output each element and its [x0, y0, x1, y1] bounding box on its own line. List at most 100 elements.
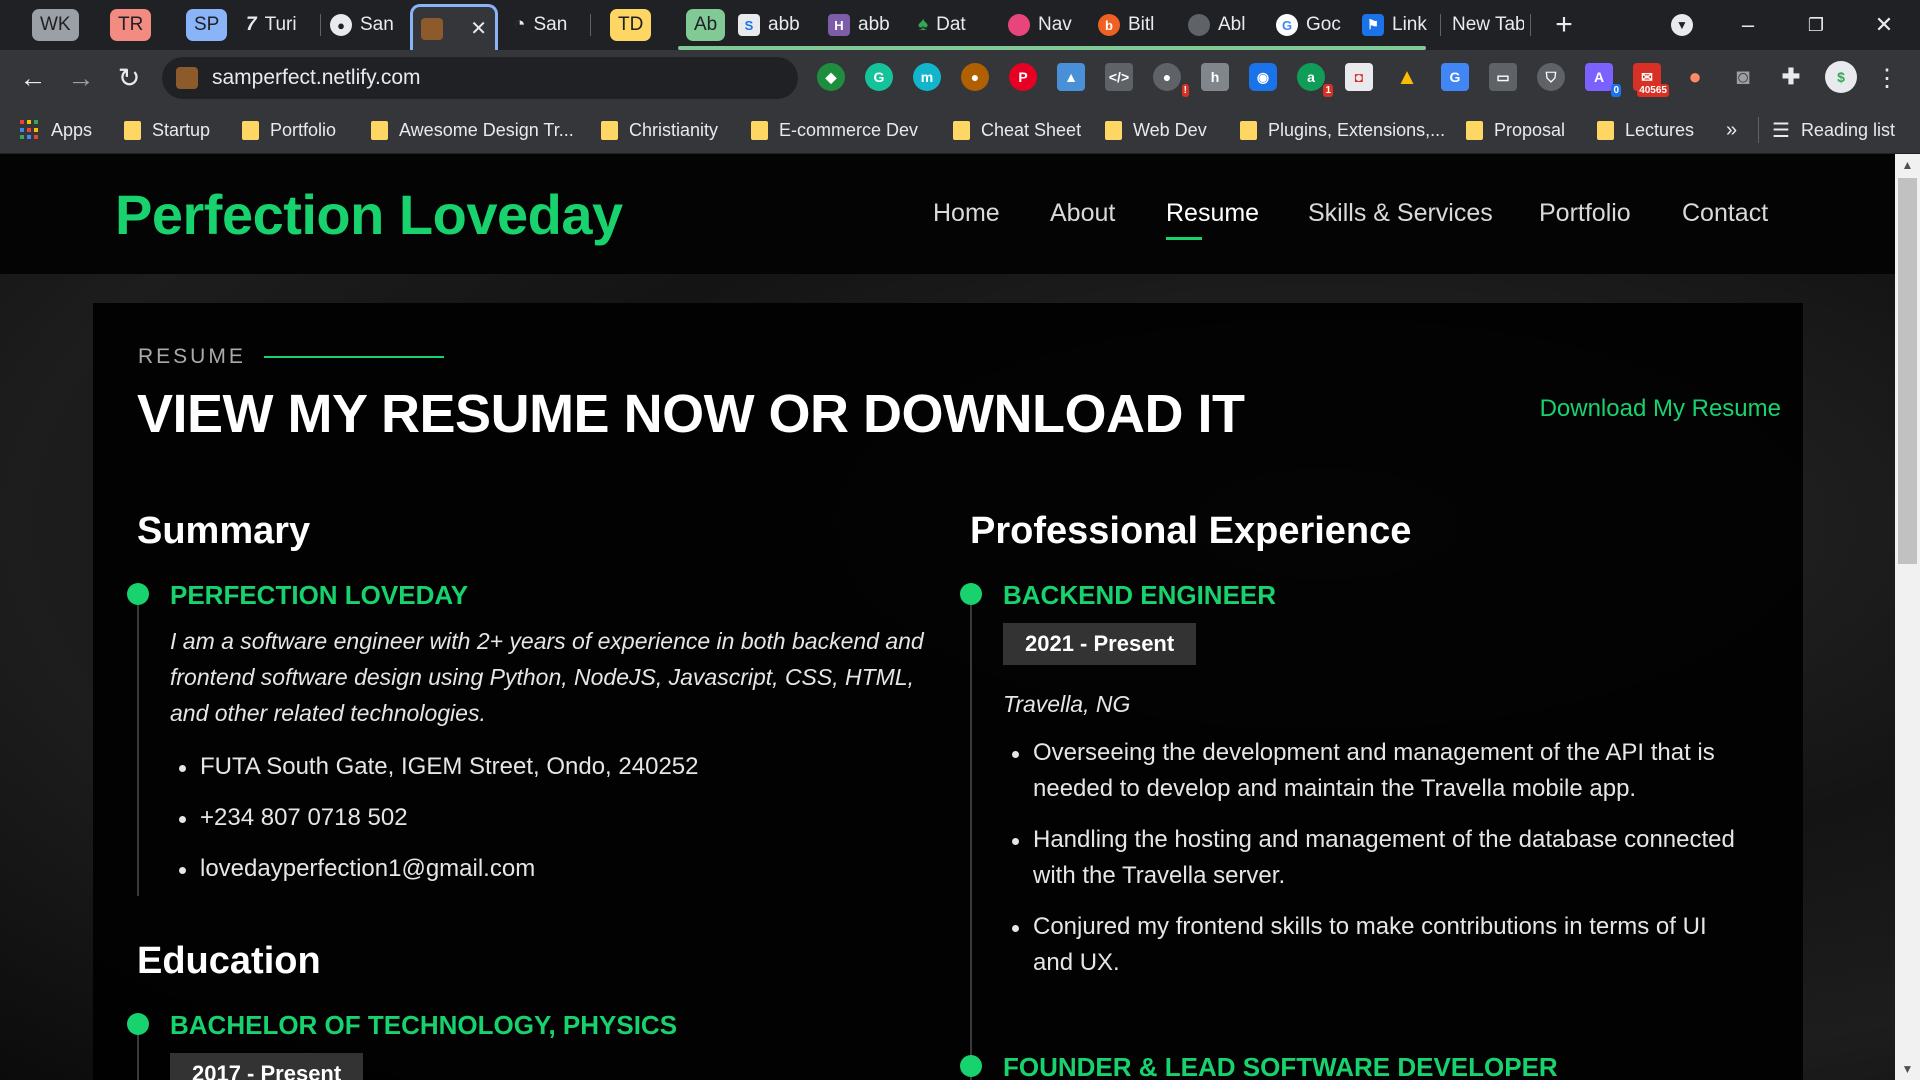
folder-icon — [601, 120, 618, 140]
section-kicker: RESUME — [138, 345, 444, 369]
bookmark-label: Proposal — [1494, 119, 1566, 140]
tab-search-icon[interactable]: ▼ — [1662, 8, 1702, 42]
tab-title: Goc — [1306, 14, 1341, 35]
download-resume-link[interactable]: Download My Resume — [1540, 395, 1781, 423]
bookmark-proposal[interactable]: Proposal — [1466, 116, 1565, 144]
minimize-icon[interactable]: – — [1728, 8, 1768, 42]
active-nav-indicator — [1166, 237, 1202, 240]
tab-tr[interactable]: TR — [102, 6, 158, 44]
address-bar[interactable]: samperfect.netlify.com — [162, 57, 798, 99]
grammarly-icon[interactable]: G — [865, 63, 893, 91]
hashnode-icon: H — [828, 14, 850, 36]
tab-github[interactable]: ● San — [322, 6, 402, 44]
nav-resume-label: Resume — [1166, 199, 1260, 227]
bookmark-plugins[interactable]: Plugins, Extensions,... — [1240, 116, 1445, 144]
nav-home[interactable]: Home — [933, 199, 1000, 228]
pinterest-icon[interactable]: P — [1009, 63, 1037, 91]
tab-abb-1[interactable]: S abb — [730, 6, 810, 44]
shield-icon[interactable]: ⛉ — [1537, 63, 1565, 91]
tab-nav[interactable]: Nav — [1000, 6, 1082, 44]
scroll-down-arrow-icon[interactable]: ▼ — [1895, 1060, 1920, 1078]
nav-skills-services[interactable]: Skills & Services — [1308, 199, 1493, 228]
tab-abb-2[interactable]: H abb — [820, 6, 900, 44]
tab-san[interactable]: ◔ San — [506, 6, 588, 44]
tab-ab[interactable]: Ab — [678, 6, 734, 44]
tab-sp[interactable]: SP — [178, 6, 230, 44]
nav-contact[interactable]: Contact — [1682, 199, 1768, 228]
tab-td[interactable]: TD — [602, 6, 658, 44]
tab-group-chip[interactable]: SP — [186, 9, 228, 41]
nav-about[interactable]: About — [1050, 199, 1115, 228]
restore-icon[interactable]: ❐ — [1796, 8, 1836, 42]
scroll-up-arrow-icon[interactable]: ▲ — [1895, 156, 1920, 174]
bookmark-ecommerce-dev[interactable]: E-commerce Dev — [751, 116, 918, 144]
location-pin-icon[interactable]: ◉ — [1249, 63, 1277, 91]
account-badge: 0 — [1611, 84, 1621, 97]
tab-group-chip[interactable]: WK — [32, 9, 79, 41]
reading-list-button[interactable]: ☰ Reading list — [1772, 116, 1895, 144]
reload-icon[interactable]: ↻ — [110, 59, 148, 97]
nav-resume[interactable]: Resume — [1166, 199, 1260, 240]
nav-portfolio[interactable]: Portfolio — [1539, 199, 1631, 228]
bookmark-label: Cheat Sheet — [981, 119, 1082, 140]
pocket-icon[interactable]: ◘ — [1345, 63, 1373, 91]
bitly-icon: b — [1098, 14, 1120, 36]
fire-icon[interactable]: ● — [1681, 63, 1709, 91]
google-drive-icon[interactable]: ▲ — [1393, 63, 1421, 91]
tab-new-tab[interactable]: New Tab — [1444, 6, 1524, 44]
job-duty-item: Overseeing the development and managemen… — [1003, 735, 1743, 807]
extension-account-icon[interactable]: A0 — [1585, 63, 1621, 97]
tab-bitly[interactable]: b Bitl — [1090, 6, 1170, 44]
bookmark-apps[interactable]: Apps — [20, 116, 92, 144]
extension-notify-icon[interactable]: ●! — [1153, 63, 1189, 97]
extension-h-icon[interactable]: h — [1201, 63, 1229, 91]
site-logo[interactable]: Perfection Loveday — [115, 182, 623, 247]
tab-title: Turi — [264, 14, 297, 35]
back-arrow-icon[interactable]: ← — [14, 59, 52, 97]
bookmark-label: Plugins, Extensions,... — [1268, 119, 1446, 140]
page-scrollbar[interactable]: ▲ ▼ — [1895, 154, 1920, 1080]
tab-active-portfolio[interactable]: ✕ — [410, 4, 498, 50]
cookie-icon[interactable]: ● — [961, 63, 989, 91]
google-translate-icon[interactable]: G — [1441, 63, 1469, 91]
camera-icon[interactable]: ◙ — [1729, 63, 1757, 91]
forward-arrow-icon[interactable]: → — [62, 59, 100, 97]
profile-avatar[interactable]: $ — [1825, 61, 1857, 93]
tab-group-chip[interactable]: Ab — [686, 9, 726, 41]
tab-turi[interactable]: 7 Turi — [238, 6, 318, 44]
bookmark-lectures[interactable]: Lectures — [1597, 116, 1694, 144]
new-tab-plus-icon[interactable]: + — [1544, 8, 1584, 42]
bookmark-portfolio[interactable]: Portfolio — [242, 116, 336, 144]
bookmark-web-dev[interactable]: Web Dev — [1105, 116, 1207, 144]
bookmark-christianity[interactable]: Christianity — [601, 116, 718, 144]
url-text[interactable]: samperfect.netlify.com — [212, 66, 421, 90]
netlify-icon: ◔ — [514, 14, 526, 35]
close-tab-icon[interactable]: ✕ — [470, 16, 487, 41]
extension-window-icon[interactable]: ▭ — [1489, 63, 1517, 91]
more-menu-icon[interactable]: ⋮ — [1868, 59, 1906, 97]
tab-dat[interactable]: ♠ Dat — [910, 6, 990, 44]
close-window-icon[interactable]: ✕ — [1864, 8, 1904, 42]
extension-a-icon[interactable]: a1 — [1297, 63, 1333, 97]
bookmarks-overflow-button[interactable]: » — [1726, 116, 1737, 144]
image-extension-icon[interactable]: ▲ — [1057, 63, 1085, 91]
extensions-puzzle-icon[interactable]: ✚ — [1777, 63, 1805, 91]
tab-wk[interactable]: WK — [24, 6, 80, 44]
bookmark-awesome-design[interactable]: Awesome Design Tr... — [371, 116, 574, 144]
kicker-accent-line — [263, 356, 444, 358]
tab-group-chip[interactable]: TR — [110, 9, 152, 41]
experience-heading: Professional Experience — [970, 510, 1412, 552]
mail-icon[interactable]: ✉ 40565 — [1633, 63, 1669, 97]
apps-grid-icon — [20, 120, 40, 140]
tab-group-chip[interactable]: TD — [610, 9, 652, 41]
code-icon[interactable]: </> — [1105, 63, 1133, 91]
scrollbar-thumb[interactable] — [1898, 178, 1917, 564]
folder-icon — [751, 120, 768, 140]
extension-m-icon[interactable]: m — [913, 63, 941, 91]
tab-link[interactable]: ⚑ Link — [1354, 6, 1432, 44]
bookmark-startup[interactable]: Startup — [124, 116, 210, 144]
bookmark-cheat-sheet[interactable]: Cheat Sheet — [953, 116, 1081, 144]
extension-colorful-icon[interactable]: ◆ — [817, 63, 845, 91]
tab-google[interactable]: G Goc — [1268, 6, 1344, 44]
tab-abl[interactable]: Abl — [1180, 6, 1258, 44]
